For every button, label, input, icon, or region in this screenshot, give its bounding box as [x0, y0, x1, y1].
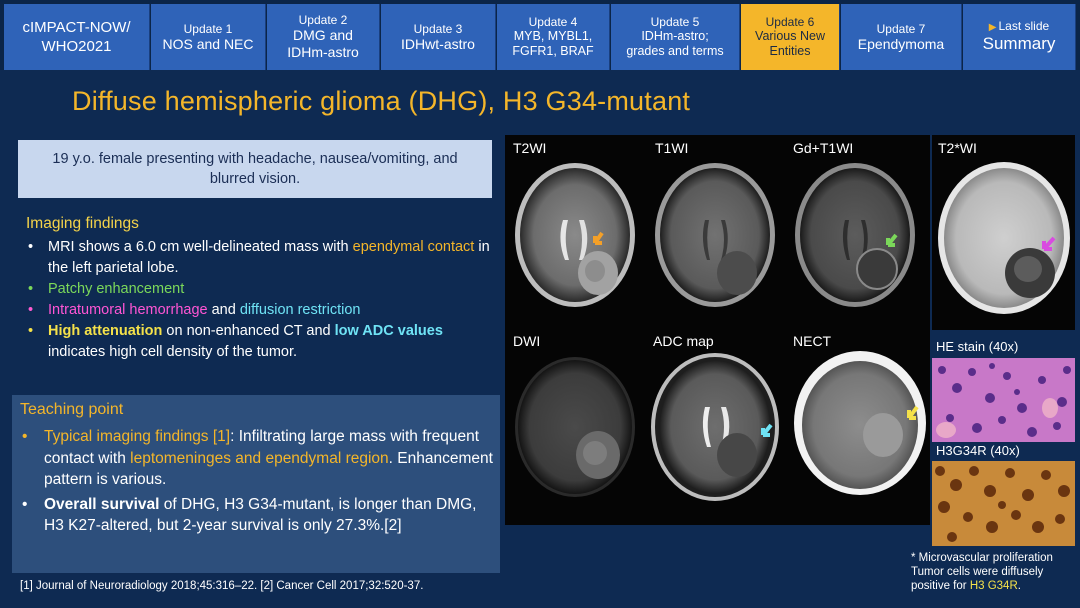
nect-label: NECT [793, 333, 832, 349]
finding-attenuation-highlight: High attenuation [48, 323, 163, 339]
finding-mri-highlight: ependymal contact [352, 239, 475, 255]
nav-tab-update-1-num: Update 1 [183, 21, 233, 36]
note-line-3: positive for H3 G34R. [911, 579, 1053, 593]
h3g34r-label: H3G34R (40x) [936, 443, 1020, 458]
nav-tab-update-4[interactable]: Update 4 MYB, MYBL1, FGFR1, BRAF [497, 4, 610, 70]
nect-image [794, 351, 926, 495]
gd-t1wi-image [795, 163, 915, 307]
adc-map-image [651, 353, 779, 501]
finding-mri: MRI shows a 6.0 cm well-delineated mass … [26, 237, 496, 279]
nav-tab-update-5-num: Update 5 [650, 15, 700, 29]
last-slide-link[interactable]: ▶ Last slide [989, 19, 1049, 33]
summary-label: Summary [982, 34, 1056, 53]
teaching-point-heading: Teaching point [20, 401, 124, 418]
nav-tab-update-2-num: Update 2 [298, 13, 348, 27]
top-navigation: cIMPACT-NOW/ WHO2021 Update 1 NOS and NE… [0, 0, 1080, 70]
nav-tab-update-5-label1: IDHm-astro; [641, 29, 709, 43]
note-line-1: * Microvascular proliferation [911, 552, 1053, 564]
finding-enhancement-text: Patchy enhancement [48, 281, 185, 297]
gd-t1wi-label: Gd+T1WI [793, 140, 854, 156]
imaging-findings-heading: Imaging findings [26, 215, 139, 232]
note-line-3-end: . [1017, 580, 1021, 592]
nav-tab-summary[interactable]: ▶ Last slide Summary [963, 4, 1076, 70]
dwi-image [515, 357, 635, 497]
t2wi-label: T2WI [513, 140, 547, 156]
nav-tab-update-6-label1: Various New [755, 29, 825, 43]
teaching-region-highlight: leptomeninges and ependymal region [130, 449, 389, 467]
finding-attenuation: High attenuation on non-enhanced CT and … [26, 321, 496, 363]
finding-enhancement: Patchy enhancement [26, 279, 496, 300]
nav-tab-update-4-label1: MYB, MYBL1, [513, 29, 593, 43]
nav-tab-update-4-num: Update 4 [528, 15, 578, 29]
teaching-point-list: Typical imaging findings [1]: Infiltrati… [20, 426, 498, 540]
nav-tab-update-2-label1: DMG and [293, 27, 353, 43]
t1wi-label: T1WI [655, 140, 689, 156]
finding-hemorrhage-and: and [207, 302, 240, 318]
nav-tab-cimpact-line2: WHO2021 [41, 38, 112, 55]
finding-diffusion-text: diffusion restriction [239, 302, 361, 318]
t2star-image [938, 162, 1070, 314]
t2star-label: T2*WI [938, 140, 977, 156]
nav-tab-update-3[interactable]: Update 3 IDHwt-astro [381, 4, 496, 70]
nav-tab-cimpact-line1: cIMPACT-NOW/ [22, 19, 131, 36]
h3g34r-image [932, 461, 1075, 546]
references: [1] Journal of Neuroradiology 2018;45:31… [20, 580, 424, 592]
nav-tab-update-1-label: NOS and NEC [162, 35, 254, 52]
teaching-survival: Overall survival of DHG, H3 G34-mutant, … [20, 494, 498, 537]
nav-tab-update-2-label2: IDHm-astro [287, 44, 359, 60]
nav-tab-update-2[interactable]: Update 2 DMG and IDHm-astro [267, 4, 380, 70]
nav-tab-update-3-num: Update 3 [413, 21, 463, 36]
nav-tab-update-6-label2: Entities [769, 44, 811, 58]
histology-note: * Microvascular proliferation Tumor cell… [911, 551, 1053, 593]
nav-tab-update-4-label2: FGFR1, BRAF [512, 44, 594, 58]
case-description: 19 y.o. female presenting with headache,… [18, 140, 492, 198]
nav-tab-update-6-num: Update 6 [765, 15, 815, 29]
nav-tab-update-7[interactable]: Update 7 Ependymoma [841, 4, 962, 70]
finding-adc-highlight: low ADC values [334, 323, 443, 339]
nav-tab-update-7-num: Update 7 [876, 21, 926, 36]
nav-tab-update-6[interactable]: Update 6 Various New Entities [741, 4, 840, 70]
finding-attenuation-text: on non-enhanced CT and [162, 323, 335, 339]
he-stain-image [932, 358, 1075, 442]
last-slide-label: Last slide [998, 19, 1050, 33]
play-arrow-icon: ▶ [988, 22, 997, 33]
mri-ct-image-panel: T2WI T1WI Gd+T1WI DWI ADC map NECT [505, 135, 930, 525]
nav-tab-update-7-label: Ependymoma [857, 35, 945, 52]
note-line-2: Tumor cells were diffusely [911, 566, 1044, 578]
finding-attenuation-end: indicates high cell density of the tumor… [48, 344, 298, 360]
note-line-3-highlight: H3 G34R [969, 580, 1018, 592]
dwi-label: DWI [513, 333, 541, 349]
nav-tab-update-5-label2: grades and terms [626, 44, 724, 58]
imaging-findings-list: MRI shows a 6.0 cm well-delineated mass … [26, 237, 496, 363]
finding-hemorrhage-text: Intratumoral hemorrhage [48, 302, 208, 318]
case-text: 19 y.o. female presenting with headache,… [52, 151, 458, 187]
t2wi-image [515, 163, 635, 307]
note-line-3-text: positive for [911, 580, 970, 592]
teaching-point-box: Teaching point Typical imaging findings … [12, 395, 500, 573]
nav-tab-update-5[interactable]: Update 5 IDHm-astro; grades and terms [611, 4, 740, 70]
he-stain-label: HE stain (40x) [936, 339, 1019, 354]
teaching-imaging: Typical imaging findings [1]: Infiltrati… [20, 426, 498, 491]
t1wi-image [655, 163, 775, 307]
finding-mri-text: MRI shows a 6.0 cm well-delineated mass … [48, 239, 353, 255]
adc-map-label: ADC map [653, 333, 714, 349]
teaching-imaging-highlight: Typical imaging findings [1] [44, 428, 231, 445]
nav-tab-update-1[interactable]: Update 1 NOS and NEC [151, 4, 266, 70]
nav-tab-update-3-label: IDHwt-astro [401, 35, 475, 52]
slide-title: Diffuse hemispheric glioma (DHG), H3 G34… [72, 86, 691, 116]
teaching-survival-bold: Overall survival [44, 495, 160, 513]
nav-tab-cimpact[interactable]: cIMPACT-NOW/ WHO2021 [4, 4, 150, 70]
finding-hemorrhage: Intratumoral hemorrhage and diffusion re… [26, 300, 496, 321]
mri-ct-images [515, 163, 926, 501]
t2star-panel: T2*WI [932, 135, 1075, 330]
